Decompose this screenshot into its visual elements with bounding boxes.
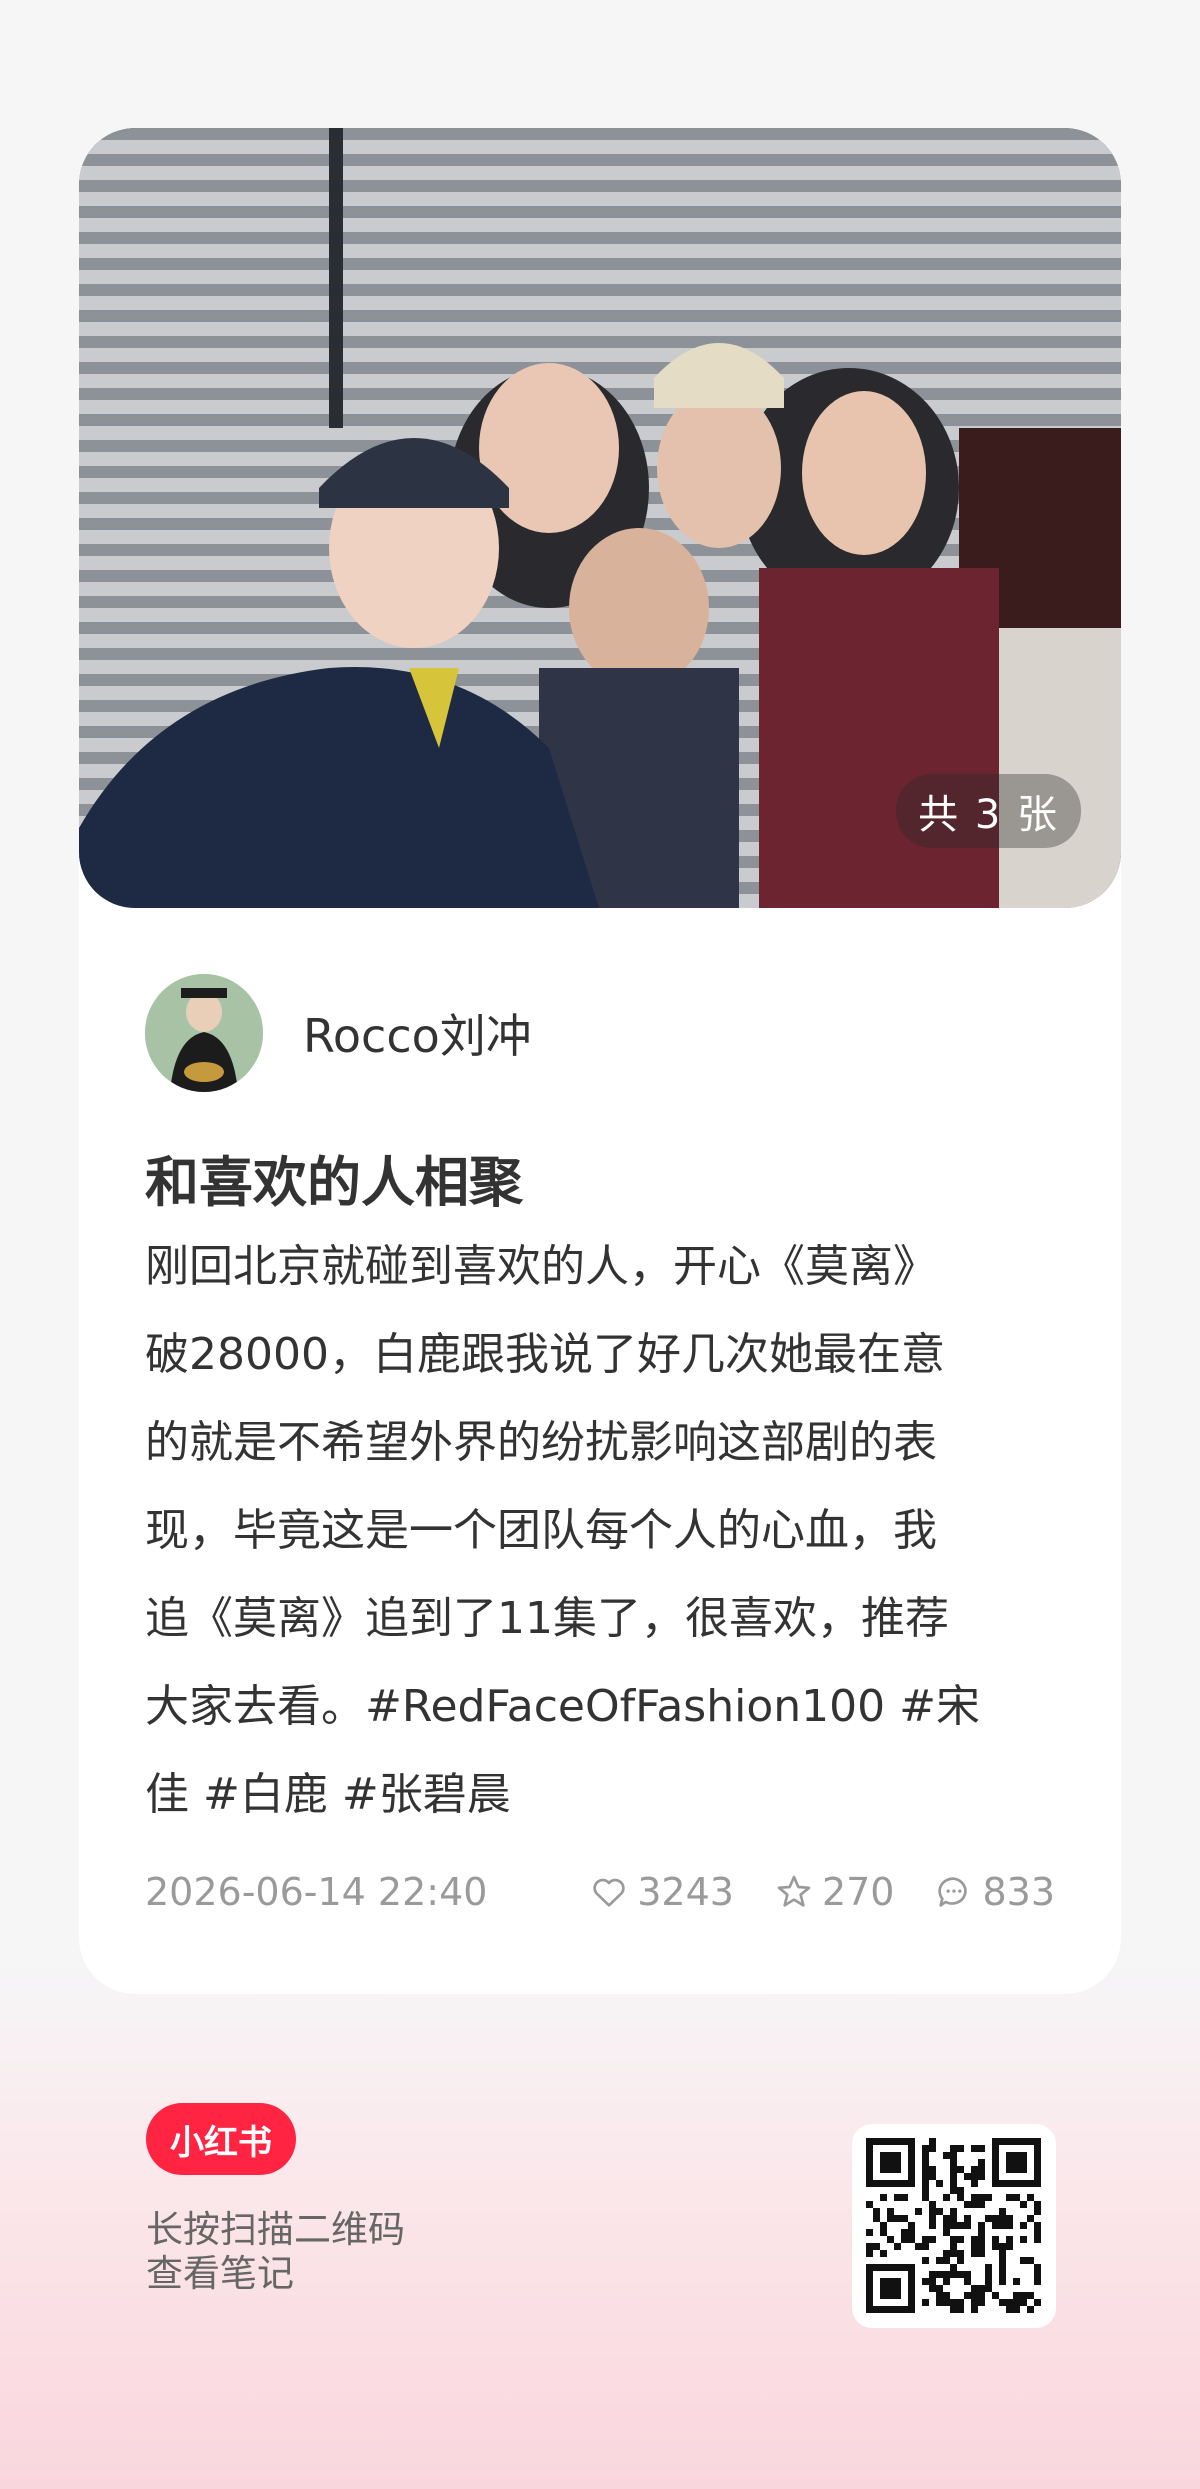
comment-count: 833: [982, 1870, 1055, 1914]
author-row[interactable]: Rocco刘冲: [145, 973, 532, 1093]
scan-tip-line2: 查看笔记: [146, 2252, 294, 2295]
qr-code-image: [866, 2138, 1041, 2313]
body-line: 大家去看。#RedFaceOfFashion100 #宋: [145, 1681, 980, 1732]
comment-icon: [938, 1877, 968, 1907]
body-line: 刚回北京就碰到喜欢的人，开心《莫离》: [145, 1241, 937, 1292]
qr-code[interactable]: [852, 2124, 1056, 2328]
body-line: 佳 #白鹿 #张碧晨: [145, 1769, 511, 1820]
note-card: 共 3 张 Rocco刘冲 和喜欢的人相聚 刚回北京就碰到喜欢的人，开心《莫离》…: [79, 128, 1121, 1994]
scan-tip: 长按扫描二维码 查看笔记: [146, 2208, 405, 2296]
scan-tip-line1: 长按扫描二维码: [146, 2208, 405, 2251]
collect-stat[interactable]: 270: [774, 1870, 895, 1914]
brand-logo: 小红书: [146, 2103, 296, 2175]
body-line: 破28000，白鹿跟我说了好几次她最在意: [145, 1329, 945, 1380]
note-meta: 2026-06-14 22:40 3243 270 833: [145, 1862, 1055, 1922]
author-avatar[interactable]: [145, 974, 263, 1092]
comment-stat[interactable]: 833: [934, 1870, 1055, 1914]
note-photo[interactable]: 共 3 张: [79, 128, 1121, 908]
like-count: 3243: [637, 1870, 734, 1914]
photo-count-badge: 共 3 张: [896, 774, 1081, 848]
heart-icon: [593, 1878, 625, 1907]
star-icon: [777, 1875, 811, 1907]
like-stat[interactable]: 3243: [589, 1870, 734, 1914]
note-title: 和喜欢的人相聚: [145, 1151, 523, 1214]
author-name[interactable]: Rocco刘冲: [303, 1000, 532, 1066]
body-line: 现，毕竟这是一个团队每个人的心血，我: [145, 1505, 937, 1556]
post-date: 2026-06-14 22:40: [145, 1870, 488, 1914]
body-line: 的就是不希望外界的纷扰影响这部剧的表: [145, 1417, 937, 1468]
body-line: 追《莫离》追到了11集了，很喜欢，推荐: [145, 1593, 949, 1644]
collect-count: 270: [821, 1870, 895, 1914]
note-body: 刚回北京就碰到喜欢的人，开心《莫离》 破28000，白鹿跟我说了好几次她最在意 …: [145, 1223, 1065, 1839]
